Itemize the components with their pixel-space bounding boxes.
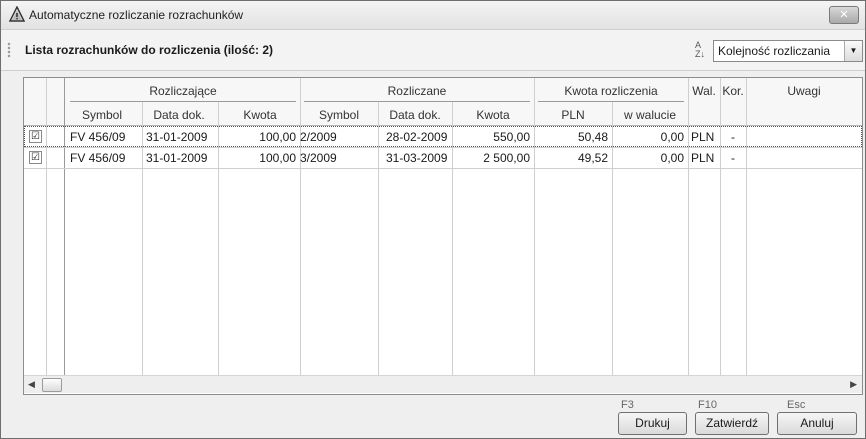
row-symbol: 2/2009 <box>300 130 337 144</box>
row-divider <box>24 168 862 169</box>
grid-line <box>534 78 535 375</box>
group-header-kwota-rozliczenia: Kwota rozliczenia <box>564 84 658 98</box>
toolbar-grip[interactable] <box>7 42 11 58</box>
cancel-button[interactable]: Anuluj <box>777 412 857 435</box>
row-symbol: 3/2009 <box>300 151 337 165</box>
grid-line <box>300 78 301 375</box>
order-select-value: Kolejność rozliczania <box>718 44 831 58</box>
row-kwota: 100,00 <box>259 151 296 165</box>
close-icon: ✕ <box>839 9 849 21</box>
sort-az-icon[interactable]: A Z↓ <box>695 41 709 59</box>
order-select[interactable]: Kolejność rozliczania ▼ <box>713 40 863 62</box>
row-symbol: FV 456/09 <box>70 151 126 165</box>
grid-line <box>46 78 47 375</box>
row-pln: 49,52 <box>577 151 608 165</box>
dialog-window: Automatyczne rozliczanie rozrachunków ✕ … <box>0 0 866 439</box>
grid-line <box>688 78 689 375</box>
row-w-walucie: 0,00 <box>660 151 684 165</box>
chevron-down-icon[interactable]: ▼ <box>844 41 862 61</box>
row-wal: PLN <box>691 151 715 165</box>
grid-line <box>746 78 747 375</box>
group-underline <box>538 101 684 102</box>
col-header-kwota[interactable]: Kwota <box>452 108 534 122</box>
scroll-right-icon[interactable]: ▶ <box>850 379 857 390</box>
col-header-w-walucie[interactable]: w walucie <box>612 108 688 122</box>
col-header-uwagi[interactable]: Uwagi <box>746 84 862 98</box>
list-title: Lista rozrachunków do rozliczenia (ilość… <box>25 43 274 57</box>
grid-line <box>720 78 721 375</box>
col-header-kor[interactable]: Kor. <box>720 84 746 98</box>
col-header-wal[interactable]: Wal. <box>688 84 720 98</box>
row-kor: - <box>731 151 735 165</box>
col-header-pln[interactable]: PLN <box>534 108 612 122</box>
close-button[interactable]: ✕ <box>829 6 859 24</box>
settlements-table[interactable]: Rozliczające Rozliczane Kwota rozliczeni… <box>23 77 863 395</box>
row-kwota: 550,00 <box>493 130 530 144</box>
cancel-shortcut: Esc <box>787 399 806 411</box>
confirm-shortcut: F10 <box>698 399 717 411</box>
grid-line <box>64 78 65 375</box>
group-header-rozliczajace: Rozliczające <box>149 84 217 98</box>
row-kwota: 2 500,00 <box>483 151 530 165</box>
row-w-walucie: 0,00 <box>660 130 684 144</box>
col-header-symbol[interactable]: Symbol <box>300 108 378 122</box>
group-header-rozliczane: Rozliczane <box>387 84 447 98</box>
row-kwota: 100,00 <box>259 130 296 144</box>
horizontal-scrollbar[interactable]: ◀ ▶ <box>24 375 862 393</box>
row-divider <box>24 147 862 148</box>
row-data-dok: 28-02-2009 <box>386 130 448 144</box>
row-data-dok: 31-01-2009 <box>146 130 208 144</box>
warning-icon <box>9 6 25 22</box>
title-bar: Automatyczne rozliczanie rozrachunków ✕ <box>1 1 865 30</box>
confirm-button[interactable]: Zatwierdź <box>695 412 769 435</box>
group-underline <box>70 101 296 102</box>
row-data-dok: 31-03-2009 <box>386 151 448 165</box>
row-kor: - <box>731 130 735 144</box>
print-shortcut: F3 <box>621 399 634 411</box>
group-underline <box>304 101 530 102</box>
window-title: Automatyczne rozliczanie rozrachunków <box>29 8 244 22</box>
print-button[interactable]: Drukuj <box>618 412 687 435</box>
scrollbar-thumb[interactable] <box>42 378 62 392</box>
col-header-data-dok[interactable]: Data dok. <box>378 108 452 122</box>
row-wal: PLN <box>691 130 715 144</box>
col-header-symbol[interactable]: Symbol <box>66 108 138 122</box>
row-checkbox[interactable]: ☑ <box>29 151 42 164</box>
scroll-left-icon[interactable]: ◀ <box>28 379 35 390</box>
row-pln: 50,48 <box>577 130 608 144</box>
col-header-data-dok[interactable]: Data dok. <box>142 108 216 122</box>
row-data-dok: 31-01-2009 <box>146 151 208 165</box>
row-symbol: FV 456/09 <box>70 130 126 144</box>
col-header-kwota[interactable]: Kwota <box>220 108 300 122</box>
row-checkbox[interactable]: ☑ <box>29 130 42 143</box>
list-toolbar: Lista rozrachunków do rozliczenia (ilość… <box>1 30 865 71</box>
